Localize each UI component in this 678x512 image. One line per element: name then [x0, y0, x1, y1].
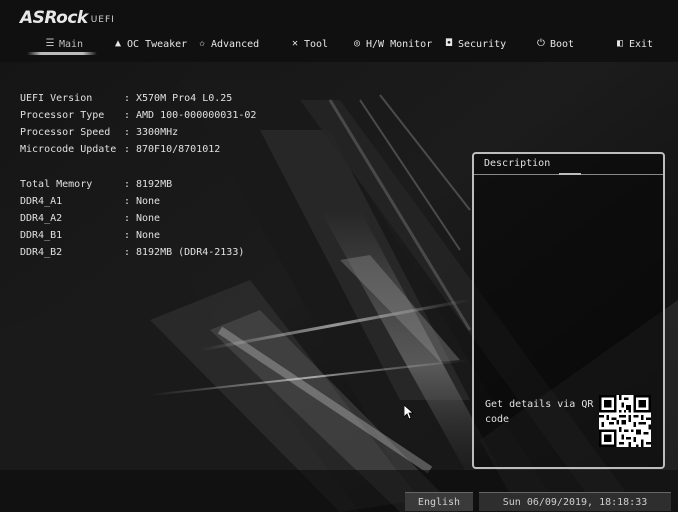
info-label: Processor Speed: [20, 127, 111, 138]
asrock-logo: ASRock UEFI: [20, 9, 115, 27]
memory-row: DDR4_A2 : None: [20, 210, 256, 227]
info-label: Microcode Update: [20, 144, 117, 155]
description-header: Description: [474, 154, 663, 175]
tab-hw-monitor[interactable]: ◎ H/W Monitor: [352, 34, 432, 54]
info-separator: :: [124, 230, 131, 241]
uefi-label: UEFI: [90, 15, 115, 25]
info-row: Processor Speed : 3300MHz: [20, 124, 256, 141]
info-separator: :: [124, 179, 131, 190]
info-label: UEFI Version: [20, 93, 93, 104]
mouse-cursor-icon: [404, 405, 414, 420]
info-separator: :: [124, 93, 131, 104]
memory-row: DDR4_B2 : 8192MB (DDR4-2133): [20, 244, 256, 261]
system-info: UEFI Version : X570M Pro4 L0.25 Processo…: [20, 90, 256, 261]
tab-oc-tweaker[interactable]: ▲ OC Tweaker: [113, 34, 187, 54]
description-title: Description: [484, 158, 551, 169]
description-panel: Description Get details via QR code: [472, 152, 665, 469]
memory-label: DDR4_A2: [20, 213, 63, 224]
tab-security[interactable]: ◘ Security: [444, 34, 506, 54]
uefi-screen: ASRock UEFI ☰ Main ▲ OC Tweaker ✩ Advanc…: [0, 0, 678, 512]
info-value: 3300MHz: [136, 127, 179, 138]
exit-icon: ◧: [616, 38, 624, 49]
info-separator: :: [124, 144, 131, 155]
memory-label: DDR4_B2: [20, 247, 63, 258]
memory-value: None: [136, 230, 161, 241]
memory-row: DDR4_B1 : None: [20, 227, 256, 244]
memory-label: Total Memory: [20, 179, 93, 190]
tab-label: Exit: [629, 38, 654, 50]
tab-label: H/W Monitor: [366, 38, 433, 50]
tab-label: Main: [59, 38, 84, 50]
memory-label: DDR4_B1: [20, 230, 63, 241]
tab-label: Advanced: [211, 38, 260, 50]
tab-exit[interactable]: ◧ Exit: [615, 34, 653, 54]
tab-label: Tool: [304, 38, 329, 50]
memory-row: DDR4_A1 : None: [20, 193, 256, 210]
tab-label: Boot: [550, 38, 575, 50]
power-icon: ⏻: [537, 38, 545, 49]
memory-value: 8192MB: [136, 179, 173, 190]
qr-code-icon[interactable]: [599, 395, 651, 447]
memory-label: DDR4_A1: [20, 196, 63, 207]
memory-value: None: [136, 213, 161, 224]
info-row: Microcode Update : 870F10/8701012: [20, 141, 256, 158]
qr-caption: Get details via QR code: [485, 399, 594, 425]
list-icon: ☰: [45, 38, 55, 49]
info-separator: :: [124, 127, 131, 138]
tab-boot[interactable]: ⏻ Boot: [536, 34, 574, 54]
info-label: Processor Type: [20, 110, 105, 121]
language-button[interactable]: English: [405, 492, 473, 511]
shield-icon: ◘: [445, 38, 453, 49]
memory-value: 8192MB (DDR4-2133): [136, 247, 245, 258]
info-separator: :: [124, 247, 131, 258]
flame-icon: ▲: [114, 38, 122, 49]
tools-icon: ✕: [291, 38, 299, 49]
star-icon: ✩: [198, 38, 206, 49]
tab-advanced[interactable]: ✩ Advanced: [197, 34, 259, 54]
main-nav: ☰ Main ▲ OC Tweaker ✩ Advanced ✕ Tool ◎ …: [0, 34, 678, 56]
memory-row: Total Memory : 8192MB: [20, 176, 256, 193]
info-value: X570M Pro4 L0.25: [136, 93, 233, 104]
info-value: 870F10/8701012: [136, 144, 221, 155]
info-row: Processor Type : AMD 100-000000031-02: [20, 107, 256, 124]
monitor-icon: ◎: [353, 38, 361, 49]
panel-notch: [559, 173, 581, 175]
date-time-display: Sun 06/09/2019, 18:18:33: [479, 492, 671, 511]
info-separator: :: [124, 110, 131, 121]
memory-value: None: [136, 196, 161, 207]
tab-label: Security: [458, 38, 507, 50]
brand-name: ASRock: [20, 8, 88, 28]
info-separator: :: [124, 196, 131, 207]
tab-label: OC Tweaker: [127, 38, 188, 50]
tab-main[interactable]: ☰ Main: [45, 34, 84, 54]
info-separator: :: [124, 213, 131, 224]
active-tab-indicator: [27, 52, 97, 55]
info-value: AMD 100-000000031-02: [136, 110, 257, 121]
info-row: UEFI Version : X570M Pro4 L0.25: [20, 90, 256, 107]
tab-tool[interactable]: ✕ Tool: [290, 34, 328, 54]
